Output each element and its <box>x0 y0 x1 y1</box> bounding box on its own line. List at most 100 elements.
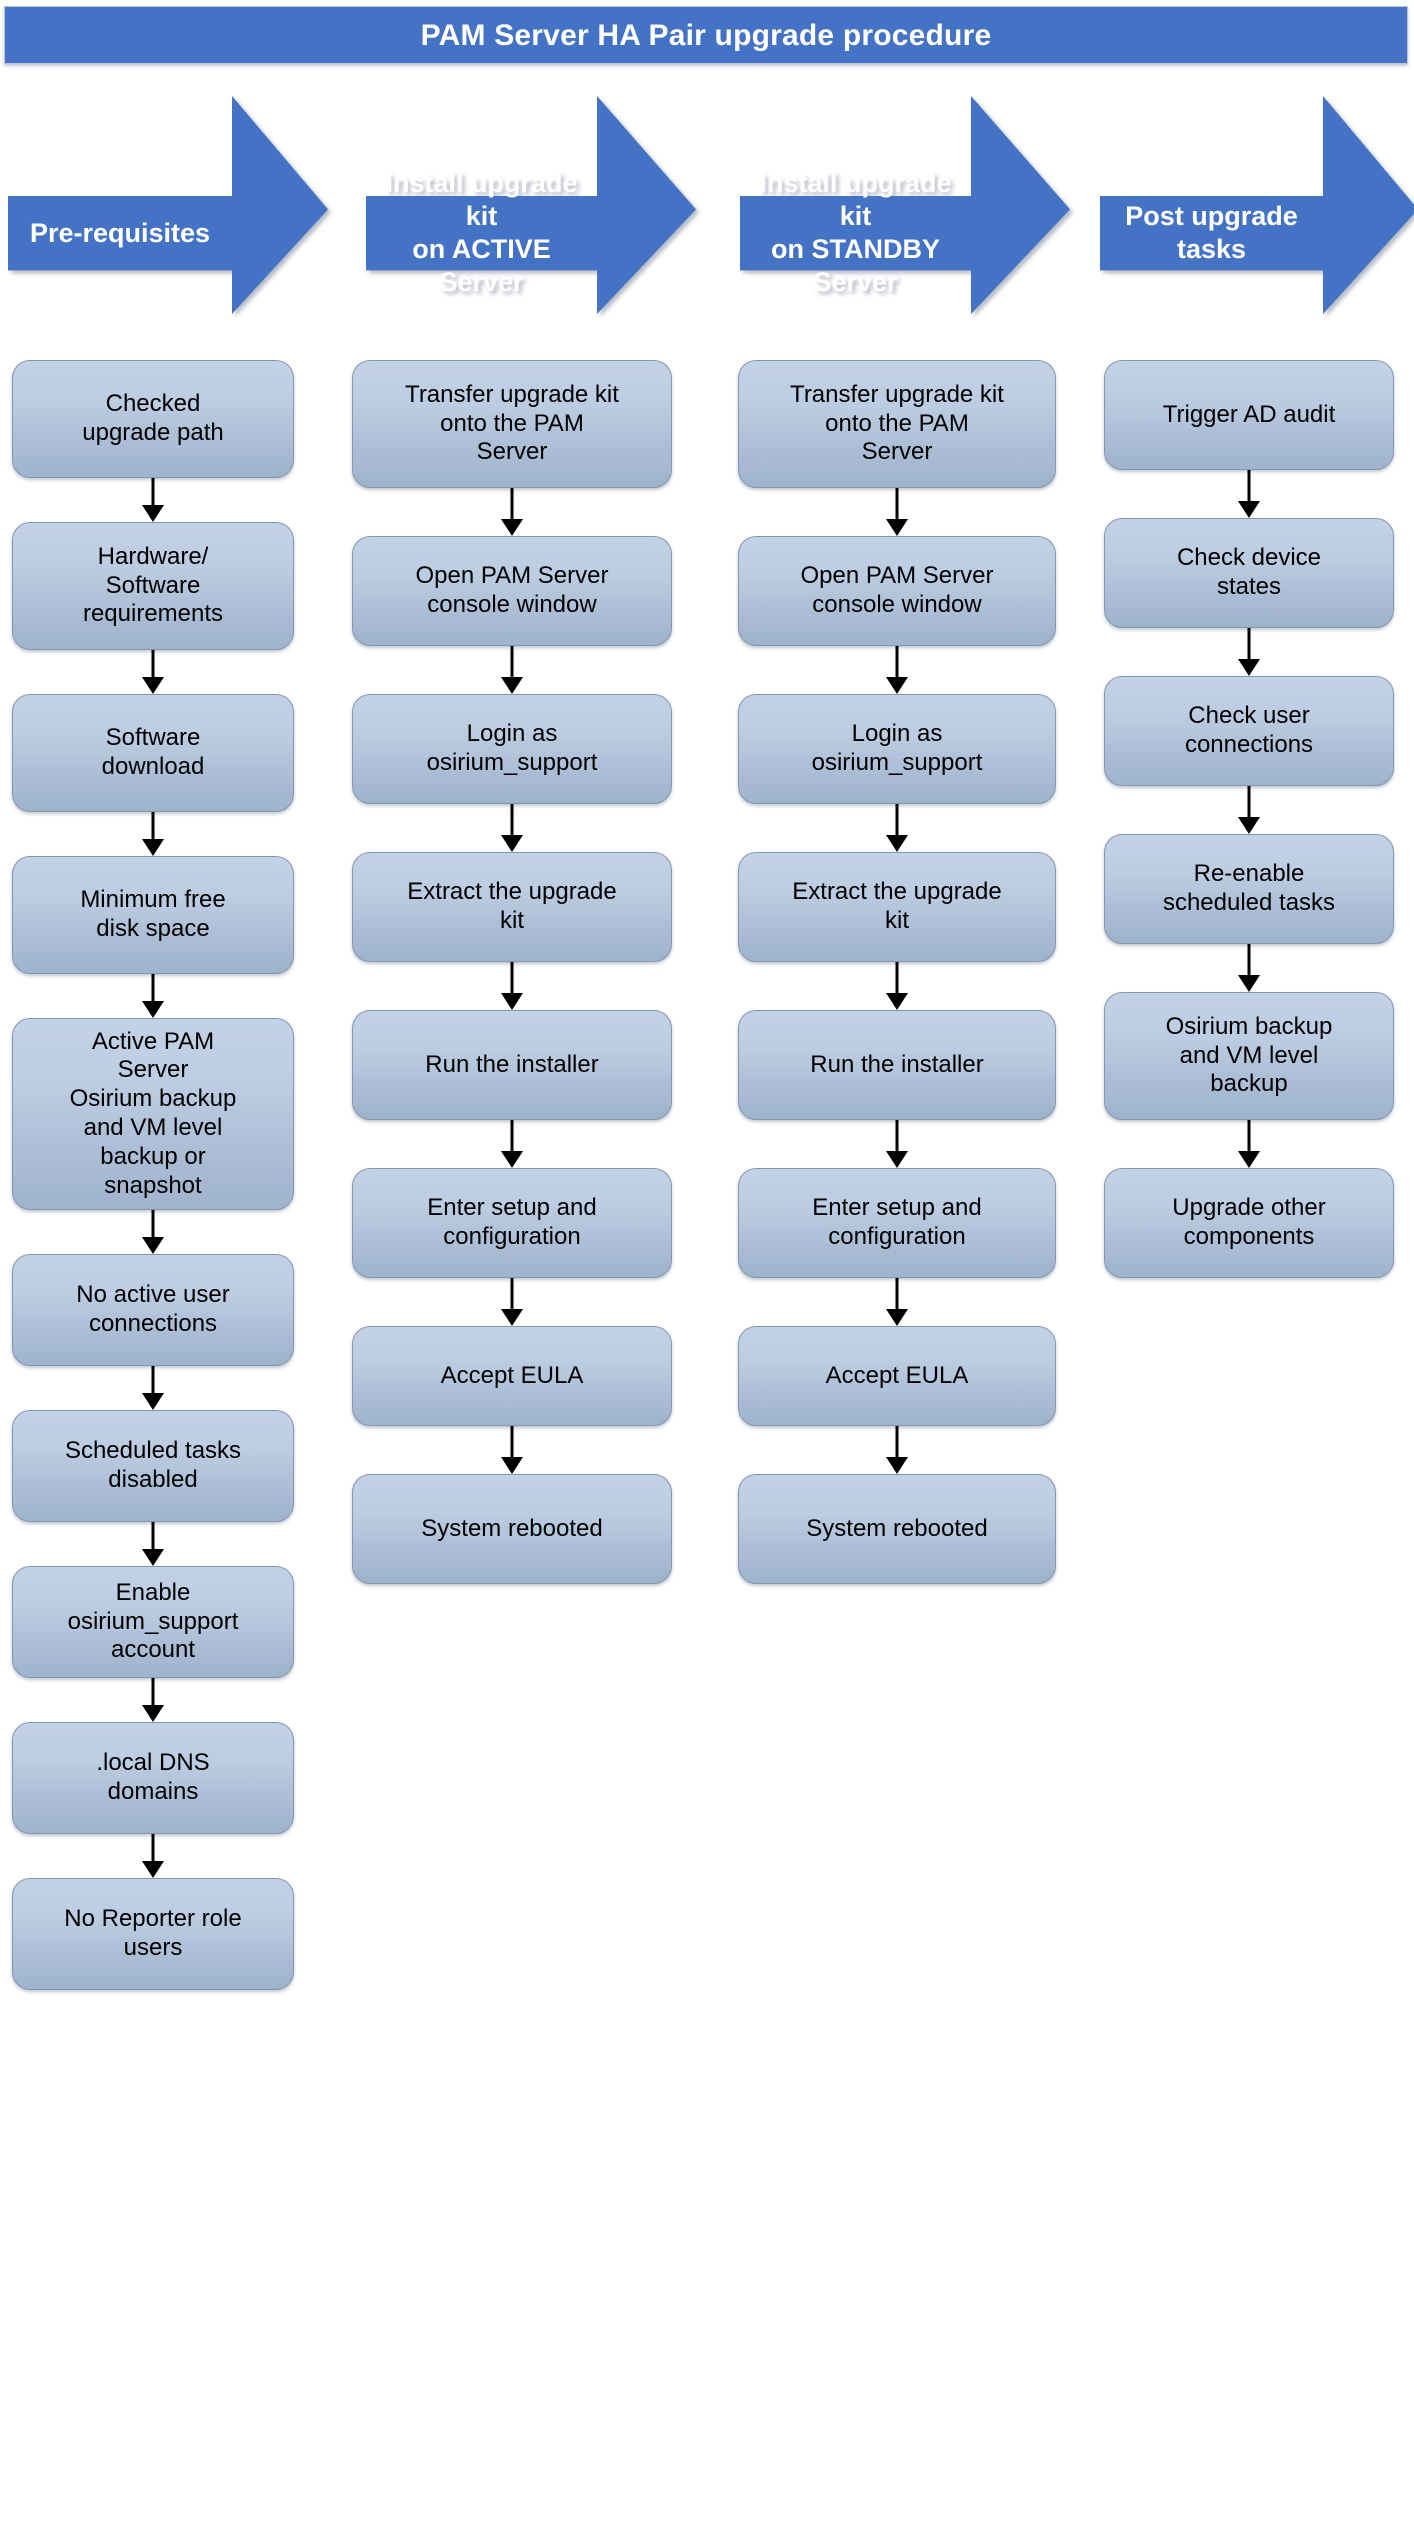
arrowhead-down-icon <box>501 993 523 1010</box>
flow-arrow-connector <box>1104 1120 1394 1168</box>
connector-line <box>510 804 514 838</box>
arrowhead-down-icon <box>1238 1151 1260 1168</box>
process-node[interactable]: Run the installer <box>738 1010 1056 1120</box>
arrowhead-down-icon <box>142 677 164 694</box>
arrowhead-down-icon <box>142 839 164 856</box>
phase-column-install-standby: Transfer upgrade kit onto the PAM Server… <box>738 360 1056 1584</box>
phase-arrow-install-standby[interactable]: Install upgrade kit on STANDBY Server <box>740 96 1070 314</box>
diagram-title-banner: PAM Server HA Pair upgrade procedure <box>4 6 1408 64</box>
process-node[interactable]: Trigger AD audit <box>1104 360 1394 470</box>
arrowhead-down-icon <box>501 1151 523 1168</box>
connector-line <box>510 962 514 996</box>
connector-line <box>510 646 514 680</box>
arrowhead-down-icon <box>886 677 908 694</box>
process-node[interactable]: Active PAM Server Osirium backup and VM … <box>12 1018 294 1210</box>
connector-line <box>151 650 155 680</box>
flow-arrow-connector <box>12 974 294 1018</box>
flow-arrow-connector <box>738 1426 1056 1474</box>
arrowhead-down-icon <box>1238 975 1260 992</box>
arrowhead-down-icon <box>142 1393 164 1410</box>
arrowhead-down-icon <box>1238 501 1260 518</box>
arrowhead-down-icon <box>886 519 908 536</box>
flow-arrow-connector <box>12 1522 294 1566</box>
flow-arrow-connector <box>738 488 1056 536</box>
process-node[interactable]: System rebooted <box>738 1474 1056 1584</box>
process-node[interactable]: Extract the upgrade kit <box>352 852 672 962</box>
connector-line <box>895 1120 899 1154</box>
connector-line <box>151 1834 155 1864</box>
arrowhead-down-icon <box>142 1549 164 1566</box>
process-node[interactable]: Checked upgrade path <box>12 360 294 478</box>
process-node[interactable]: Enter setup and configuration <box>738 1168 1056 1278</box>
flow-arrow-connector <box>1104 470 1394 518</box>
process-node[interactable]: Open PAM Server console window <box>352 536 672 646</box>
arrowhead-down-icon <box>142 1705 164 1722</box>
process-node[interactable]: Enable osirium_support account <box>12 1566 294 1678</box>
process-node[interactable]: Run the installer <box>352 1010 672 1120</box>
process-node[interactable]: No Reporter role users <box>12 1878 294 1990</box>
process-node[interactable]: Transfer upgrade kit onto the PAM Server <box>738 360 1056 488</box>
connector-line <box>895 962 899 996</box>
arrowhead-down-icon <box>886 1151 908 1168</box>
connector-line <box>510 1120 514 1154</box>
process-node[interactable]: System rebooted <box>352 1474 672 1584</box>
connector-line <box>1247 944 1251 978</box>
process-node[interactable]: Transfer upgrade kit onto the PAM Server <box>352 360 672 488</box>
process-node[interactable]: Check user connections <box>1104 676 1394 786</box>
phase-arrow-post-upgrade[interactable]: Post upgrade tasks <box>1100 96 1414 314</box>
process-node[interactable]: Extract the upgrade kit <box>738 852 1056 962</box>
process-node[interactable]: Accept EULA <box>738 1326 1056 1426</box>
process-node[interactable]: Upgrade other components <box>1104 1168 1394 1278</box>
phase-column-install-active: Transfer upgrade kit onto the PAM Server… <box>352 360 672 1584</box>
connector-line <box>1247 786 1251 820</box>
phase-arrow-label: Install upgrade kit on ACTIVE Server <box>385 168 578 298</box>
connector-line <box>151 974 155 1004</box>
arrowhead-down-icon <box>886 1309 908 1326</box>
process-node[interactable]: Login as osirium_support <box>352 694 672 804</box>
flow-arrow-connector <box>352 1426 672 1474</box>
process-node[interactable]: Check device states <box>1104 518 1394 628</box>
connector-line <box>895 804 899 838</box>
connector-line <box>895 646 899 680</box>
process-node[interactable]: Login as osirium_support <box>738 694 1056 804</box>
process-node[interactable]: Re-enable scheduled tasks <box>1104 834 1394 944</box>
phase-arrow-pre-requisites[interactable]: Pre-requisites <box>8 96 328 314</box>
process-node[interactable]: Hardware/ Software requirements <box>12 522 294 650</box>
phase-arrow-row: Pre-requisites Install upgrade kit on ACT… <box>0 96 1414 314</box>
flow-arrow-connector <box>12 1366 294 1410</box>
connector-line <box>151 812 155 842</box>
flow-arrow-connector <box>1104 944 1394 992</box>
arrowhead-down-icon <box>501 1309 523 1326</box>
connector-line <box>151 1210 155 1240</box>
flow-arrow-connector <box>1104 786 1394 834</box>
phase-arrow-install-active[interactable]: Install upgrade kit on ACTIVE Server <box>366 96 696 314</box>
flow-arrow-connector <box>738 646 1056 694</box>
connector-line <box>1247 628 1251 662</box>
process-node[interactable]: Open PAM Server console window <box>738 536 1056 646</box>
process-node[interactable]: No active user connections <box>12 1254 294 1366</box>
connector-line <box>151 1366 155 1396</box>
process-node[interactable]: Enter setup and configuration <box>352 1168 672 1278</box>
connector-line <box>510 488 514 522</box>
process-node[interactable]: Osirium backup and VM level backup <box>1104 992 1394 1120</box>
flow-arrow-connector <box>352 1278 672 1326</box>
flowchart-page: PAM Server HA Pair upgrade procedure Pre… <box>0 0 1414 2523</box>
flow-arrow-connector <box>12 1834 294 1878</box>
arrowhead-down-icon <box>1238 659 1260 676</box>
phase-arrow-label: Post upgrade tasks <box>1125 201 1298 265</box>
arrowhead-down-icon <box>886 835 908 852</box>
process-node[interactable]: Scheduled tasks disabled <box>12 1410 294 1522</box>
process-node[interactable]: .local DNS domains <box>12 1722 294 1834</box>
connector-line <box>151 1678 155 1708</box>
arrowhead-down-icon <box>886 993 908 1010</box>
connector-line <box>895 1426 899 1460</box>
flow-arrow-connector <box>352 1120 672 1168</box>
flow-arrow-connector <box>12 812 294 856</box>
flow-arrow-connector <box>1104 628 1394 676</box>
process-node[interactable]: Accept EULA <box>352 1326 672 1426</box>
connector-line <box>510 1278 514 1312</box>
process-node[interactable]: Software download <box>12 694 294 812</box>
flow-arrow-connector <box>352 488 672 536</box>
connector-line <box>151 1522 155 1552</box>
process-node[interactable]: Minimum free disk space <box>12 856 294 974</box>
